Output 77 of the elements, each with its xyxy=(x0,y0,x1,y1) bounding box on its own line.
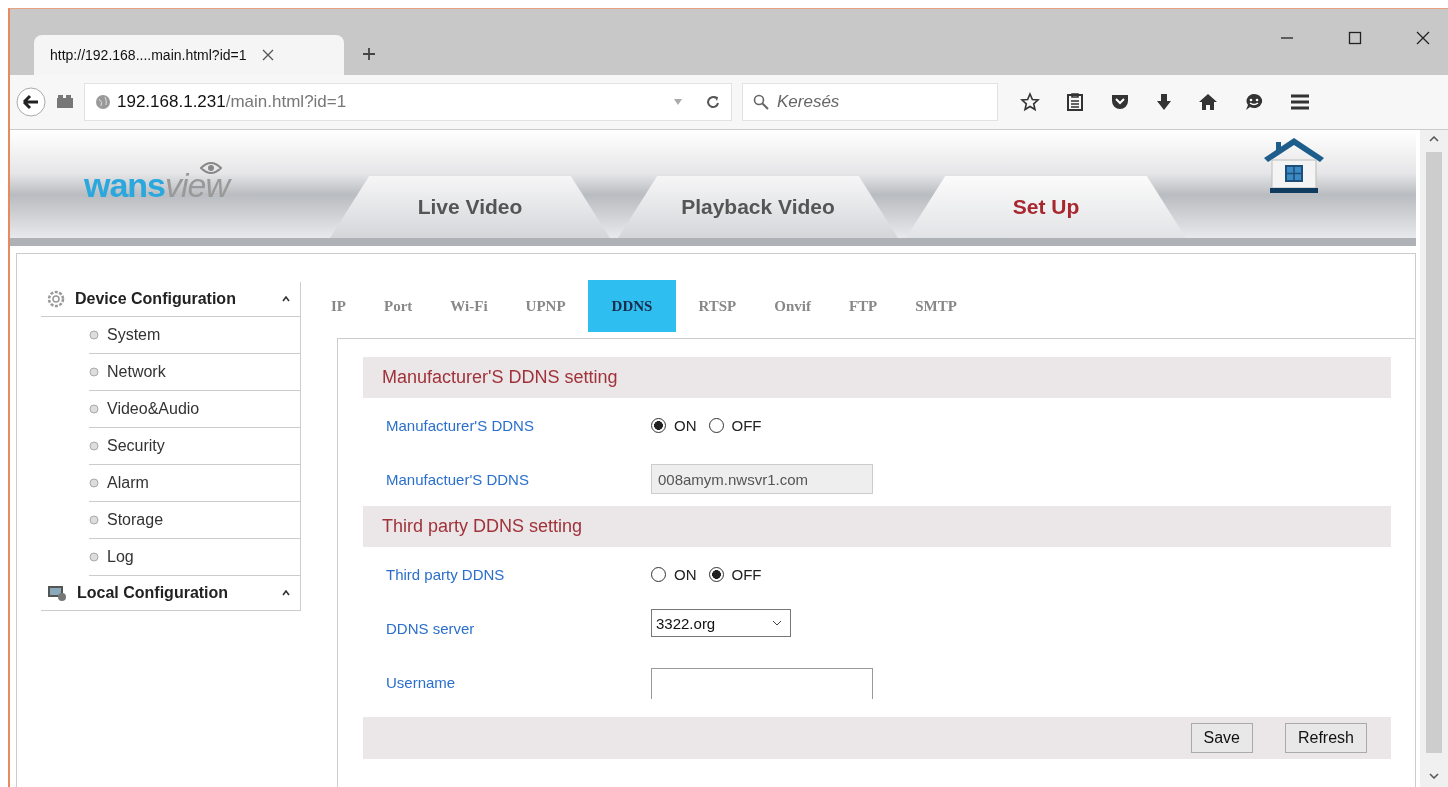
url-host: 192.168.1.231 xyxy=(117,92,226,112)
search-placeholder: Keresés xyxy=(777,92,840,112)
section-header: Third party DDNS setting xyxy=(363,506,1391,547)
sub-tab[interactable]: IP xyxy=(315,280,362,332)
scroll-down-icon[interactable] xyxy=(1429,773,1439,779)
field-label: DDNS server xyxy=(385,619,476,637)
field-label: Username xyxy=(385,674,457,693)
url-path: /main.html?id=1 xyxy=(225,92,347,112)
scroll-up-icon[interactable] xyxy=(1429,136,1439,142)
reload-icon[interactable] xyxy=(705,94,721,110)
sidebar-item[interactable]: System xyxy=(89,317,301,354)
star-icon[interactable] xyxy=(1020,92,1040,112)
radio-button[interactable] xyxy=(651,566,666,582)
bullet-icon xyxy=(89,441,99,451)
sidebar-group[interactable]: Device Configuration xyxy=(41,282,301,317)
scrollbar[interactable] xyxy=(1420,130,1448,787)
gear-icon xyxy=(47,290,65,308)
caret-icon[interactable] xyxy=(282,590,290,596)
field-label: Manufacturer'S DDNS xyxy=(385,416,535,434)
field-label: Third party DDNS xyxy=(385,565,506,583)
sub-tab[interactable]: DDNS xyxy=(587,280,677,332)
radio-button[interactable] xyxy=(708,566,724,582)
close-icon[interactable] xyxy=(260,48,275,62)
bullet-icon xyxy=(89,404,99,414)
sub-tab[interactable]: FTP xyxy=(832,280,894,332)
sub-tab[interactable]: SMTP xyxy=(899,280,973,332)
bullet-icon xyxy=(89,515,99,525)
sub-tab[interactable]: Onvif xyxy=(758,280,827,332)
chat-icon[interactable] xyxy=(1244,92,1264,112)
sidebar-item[interactable]: Storage xyxy=(89,502,301,539)
new-tab-icon[interactable] xyxy=(362,47,376,61)
logo: wansview xyxy=(84,166,230,205)
radio-button[interactable] xyxy=(651,417,666,433)
sub-tab[interactable]: RTSP xyxy=(682,280,753,332)
sidebar-item[interactable]: Video&Audio xyxy=(89,391,301,428)
nav-tab[interactable]: Playback Video xyxy=(618,176,898,238)
bullet-icon xyxy=(89,552,99,562)
radio-button[interactable] xyxy=(708,417,724,433)
save-button[interactable]: Save xyxy=(1190,723,1253,753)
bullet-icon xyxy=(89,330,99,340)
maximize-icon[interactable] xyxy=(1348,31,1362,45)
monitor-icon xyxy=(47,584,67,602)
sidebar-item[interactable]: Log xyxy=(89,539,301,576)
refresh-button[interactable]: Refresh xyxy=(1284,723,1367,753)
bullet-icon xyxy=(89,367,99,377)
tab-title: http://192.168....main.html?id=1 xyxy=(50,47,247,63)
sidebar-item[interactable]: Alarm xyxy=(89,465,301,502)
clipboard-icon[interactable] xyxy=(1066,92,1084,112)
menu-icon[interactable] xyxy=(1290,93,1310,111)
search-icon xyxy=(753,94,769,110)
caret-icon[interactable] xyxy=(282,296,290,302)
bullet-icon xyxy=(89,478,99,488)
sub-tab[interactable]: Wi-Fi xyxy=(434,280,504,332)
browser-tab[interactable]: http://192.168....main.html?id=1 xyxy=(34,35,344,75)
close-icon[interactable] xyxy=(1416,31,1430,45)
home-icon[interactable] xyxy=(1198,93,1218,111)
sidebar-item[interactable]: Network xyxy=(89,354,301,391)
radio-label: ON xyxy=(674,565,697,583)
nav-tab[interactable]: Set Up xyxy=(906,176,1186,238)
address-bar[interactable]: 192.168.1.231/main.html?id=1 xyxy=(84,83,732,121)
search-field[interactable]: Keresés xyxy=(742,83,998,121)
back-icon[interactable] xyxy=(16,87,46,117)
field-label: Manufactuer'S DDNS xyxy=(385,470,530,488)
radio-label: ON xyxy=(674,416,697,434)
radio-label: OFF xyxy=(731,416,762,434)
nav-tab[interactable]: Live Video xyxy=(330,176,610,238)
sub-tab[interactable]: UPNP xyxy=(509,280,582,332)
radio-label: OFF xyxy=(731,565,762,583)
download-icon[interactable] xyxy=(1156,93,1172,111)
sidebar-item[interactable]: Security xyxy=(89,428,301,465)
sub-tab[interactable]: Port xyxy=(368,280,429,332)
server-dropdown[interactable]: 3322.org xyxy=(651,609,791,637)
sidebar-group[interactable]: Local Configuration xyxy=(41,576,301,611)
input-field[interactable] xyxy=(651,668,873,699)
chevron-icon xyxy=(772,620,782,626)
pocket-icon[interactable] xyxy=(1110,93,1130,111)
section-header: Manufacturer'S DDNS setting xyxy=(363,357,1391,398)
